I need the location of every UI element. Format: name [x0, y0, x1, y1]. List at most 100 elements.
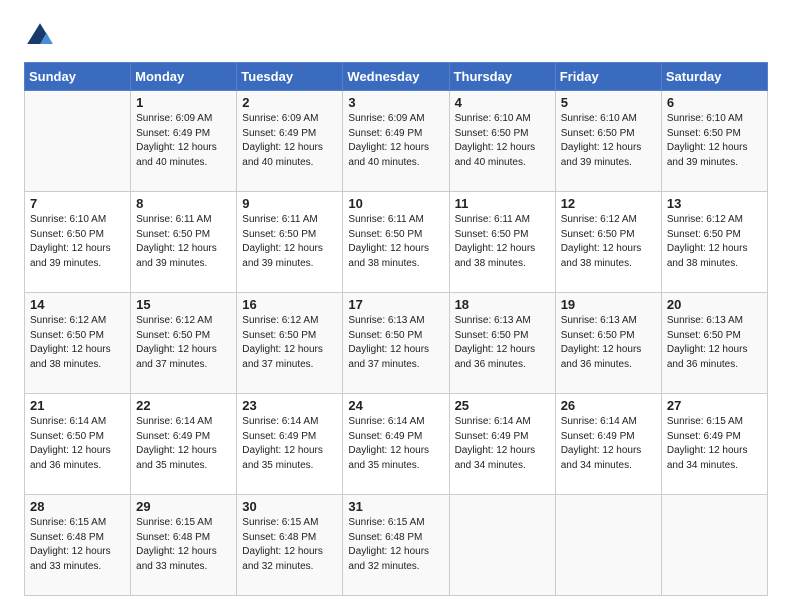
calendar-cell: 25 Sunrise: 6:14 AM Sunset: 6:49 PM Dayli… — [449, 394, 555, 495]
day-info: Sunrise: 6:10 AM Sunset: 6:50 PM Dayligh… — [561, 112, 656, 170]
day-number: 13 — [667, 196, 762, 211]
calendar-cell: 1 Sunrise: 6:09 AM Sunset: 6:49 PM Daylig… — [131, 91, 237, 192]
day-info: Sunrise: 6:12 AM Sunset: 6:50 PM Dayligh… — [136, 314, 231, 372]
day-info: Sunrise: 6:11 AM Sunset: 6:50 PM Dayligh… — [242, 213, 337, 271]
calendar-day-header: Tuesday — [237, 63, 343, 91]
day-info: Sunrise: 6:15 AM Sunset: 6:48 PM Dayligh… — [242, 516, 337, 574]
day-info: Sunrise: 6:13 AM Sunset: 6:50 PM Dayligh… — [667, 314, 762, 372]
day-number: 11 — [455, 196, 550, 211]
day-number: 21 — [30, 398, 125, 413]
day-number: 10 — [348, 196, 443, 211]
calendar-cell: 12 Sunrise: 6:12 AM Sunset: 6:50 PM Dayli… — [555, 192, 661, 293]
day-info: Sunrise: 6:12 AM Sunset: 6:50 PM Dayligh… — [667, 213, 762, 271]
day-info: Sunrise: 6:09 AM Sunset: 6:49 PM Dayligh… — [348, 112, 443, 170]
day-info: Sunrise: 6:14 AM Sunset: 6:50 PM Dayligh… — [30, 415, 125, 473]
calendar-cell: 24 Sunrise: 6:14 AM Sunset: 6:49 PM Dayli… — [343, 394, 449, 495]
day-info: Sunrise: 6:14 AM Sunset: 6:49 PM Dayligh… — [348, 415, 443, 473]
calendar-week-row: 7 Sunrise: 6:10 AM Sunset: 6:50 PM Daylig… — [25, 192, 768, 293]
day-info: Sunrise: 6:11 AM Sunset: 6:50 PM Dayligh… — [136, 213, 231, 271]
calendar-cell: 23 Sunrise: 6:14 AM Sunset: 6:49 PM Dayli… — [237, 394, 343, 495]
calendar-day-header: Wednesday — [343, 63, 449, 91]
day-number: 23 — [242, 398, 337, 413]
day-number: 19 — [561, 297, 656, 312]
calendar-cell: 20 Sunrise: 6:13 AM Sunset: 6:50 PM Dayli… — [661, 293, 767, 394]
day-number: 29 — [136, 499, 231, 514]
page: SundayMondayTuesdayWednesdayThursdayFrid… — [0, 0, 792, 612]
day-info: Sunrise: 6:15 AM Sunset: 6:48 PM Dayligh… — [136, 516, 231, 574]
day-number: 20 — [667, 297, 762, 312]
day-number: 22 — [136, 398, 231, 413]
day-number: 1 — [136, 95, 231, 110]
calendar-day-header: Saturday — [661, 63, 767, 91]
day-info: Sunrise: 6:15 AM Sunset: 6:49 PM Dayligh… — [667, 415, 762, 473]
calendar-cell: 11 Sunrise: 6:11 AM Sunset: 6:50 PM Dayli… — [449, 192, 555, 293]
day-info: Sunrise: 6:12 AM Sunset: 6:50 PM Dayligh… — [561, 213, 656, 271]
calendar-cell: 28Sunrise: 6:15 AM Sunset: 6:48 PM Dayli… — [25, 495, 131, 596]
calendar-cell: 19 Sunrise: 6:13 AM Sunset: 6:50 PM Dayli… — [555, 293, 661, 394]
calendar-cell: 6 Sunrise: 6:10 AM Sunset: 6:50 PM Daylig… — [661, 91, 767, 192]
day-number: 15 — [136, 297, 231, 312]
calendar-day-header: Thursday — [449, 63, 555, 91]
day-info: Sunrise: 6:10 AM Sunset: 6:50 PM Dayligh… — [667, 112, 762, 170]
day-info: Sunrise: 6:15 AM Sunset: 6:48 PM Dayligh… — [30, 516, 125, 574]
day-info: Sunrise: 6:09 AM Sunset: 6:49 PM Dayligh… — [242, 112, 337, 170]
calendar-cell: 13 Sunrise: 6:12 AM Sunset: 6:50 PM Dayli… — [661, 192, 767, 293]
day-number: 26 — [561, 398, 656, 413]
day-number: 25 — [455, 398, 550, 413]
calendar-body: 1 Sunrise: 6:09 AM Sunset: 6:49 PM Daylig… — [25, 91, 768, 596]
calendar-cell — [449, 495, 555, 596]
day-number: 14 — [30, 297, 125, 312]
day-info: Sunrise: 6:15 AM Sunset: 6:48 PM Dayligh… — [348, 516, 443, 574]
day-number: 5 — [561, 95, 656, 110]
day-number: 31 — [348, 499, 443, 514]
header — [24, 20, 768, 52]
calendar-cell: 22 Sunrise: 6:14 AM Sunset: 6:49 PM Dayli… — [131, 394, 237, 495]
calendar-cell — [25, 91, 131, 192]
day-info: Sunrise: 6:14 AM Sunset: 6:49 PM Dayligh… — [455, 415, 550, 473]
day-number: 30 — [242, 499, 337, 514]
day-info: Sunrise: 6:10 AM Sunset: 6:50 PM Dayligh… — [30, 213, 125, 271]
day-info: Sunrise: 6:09 AM Sunset: 6:49 PM Dayligh… — [136, 112, 231, 170]
calendar-cell: 17Sunrise: 6:13 AM Sunset: 6:50 PM Dayli… — [343, 293, 449, 394]
day-info: Sunrise: 6:14 AM Sunset: 6:49 PM Dayligh… — [136, 415, 231, 473]
day-info: Sunrise: 6:13 AM Sunset: 6:50 PM Dayligh… — [455, 314, 550, 372]
day-info: Sunrise: 6:14 AM Sunset: 6:49 PM Dayligh… — [561, 415, 656, 473]
day-number: 17 — [348, 297, 443, 312]
day-info: Sunrise: 6:11 AM Sunset: 6:50 PM Dayligh… — [455, 213, 550, 271]
day-info: Sunrise: 6:13 AM Sunset: 6:50 PM Dayligh… — [561, 314, 656, 372]
day-number: 6 — [667, 95, 762, 110]
calendar-cell: 21 Sunrise: 6:14 AM Sunset: 6:50 PM Dayli… — [25, 394, 131, 495]
calendar-cell: 14Sunrise: 6:12 AM Sunset: 6:50 PM Dayli… — [25, 293, 131, 394]
calendar-week-row: 28Sunrise: 6:15 AM Sunset: 6:48 PM Dayli… — [25, 495, 768, 596]
day-number: 24 — [348, 398, 443, 413]
day-number: 2 — [242, 95, 337, 110]
day-info: Sunrise: 6:12 AM Sunset: 6:50 PM Dayligh… — [242, 314, 337, 372]
day-number: 9 — [242, 196, 337, 211]
calendar-cell: 30 Sunrise: 6:15 AM Sunset: 6:48 PM Dayli… — [237, 495, 343, 596]
day-number: 8 — [136, 196, 231, 211]
calendar-week-row: 14 Sunrise: 6:12 AM Sunset: 6:50 PM Dayli… — [25, 293, 768, 394]
day-number: 18 — [455, 297, 550, 312]
calendar-cell: 10Sunrise: 6:11 AM Sunset: 6:50 PM Dayli… — [343, 192, 449, 293]
calendar-cell: 31 Sunrise: 6:15 AM Sunset: 6:48 PM Dayli… — [343, 495, 449, 596]
day-number: 3 — [348, 95, 443, 110]
calendar-cell: 4Sunrise: 6:10 AM Sunset: 6:50 PM Daylig… — [449, 91, 555, 192]
calendar-day-header: Friday — [555, 63, 661, 91]
calendar-table: SundayMondayTuesdayWednesdayThursdayFrid… — [24, 62, 768, 596]
calendar-cell: 5 Sunrise: 6:10 AM Sunset: 6:50 PM Daylig… — [555, 91, 661, 192]
calendar-cell: 27 Sunrise: 6:15 AM Sunset: 6:49 PM Dayli… — [661, 394, 767, 495]
day-number: 12 — [561, 196, 656, 211]
calendar-day-header: Monday — [131, 63, 237, 91]
calendar-cell: 8 Sunrise: 6:11 AM Sunset: 6:50 PM Daylig… — [131, 192, 237, 293]
calendar-cell — [661, 495, 767, 596]
calendar-day-header: Sunday — [25, 63, 131, 91]
day-info: Sunrise: 6:14 AM Sunset: 6:49 PM Dayligh… — [242, 415, 337, 473]
logo — [24, 20, 60, 52]
day-number: 7 — [30, 196, 125, 211]
calendar-cell: 26 Sunrise: 6:14 AM Sunset: 6:49 PM Dayli… — [555, 394, 661, 495]
day-number: 27 — [667, 398, 762, 413]
calendar-cell: 7 Sunrise: 6:10 AM Sunset: 6:50 PM Daylig… — [25, 192, 131, 293]
calendar-cell: 16Sunrise: 6:12 AM Sunset: 6:50 PM Dayli… — [237, 293, 343, 394]
calendar-week-row: 21 Sunrise: 6:14 AM Sunset: 6:50 PM Dayli… — [25, 394, 768, 495]
day-number: 4 — [455, 95, 550, 110]
